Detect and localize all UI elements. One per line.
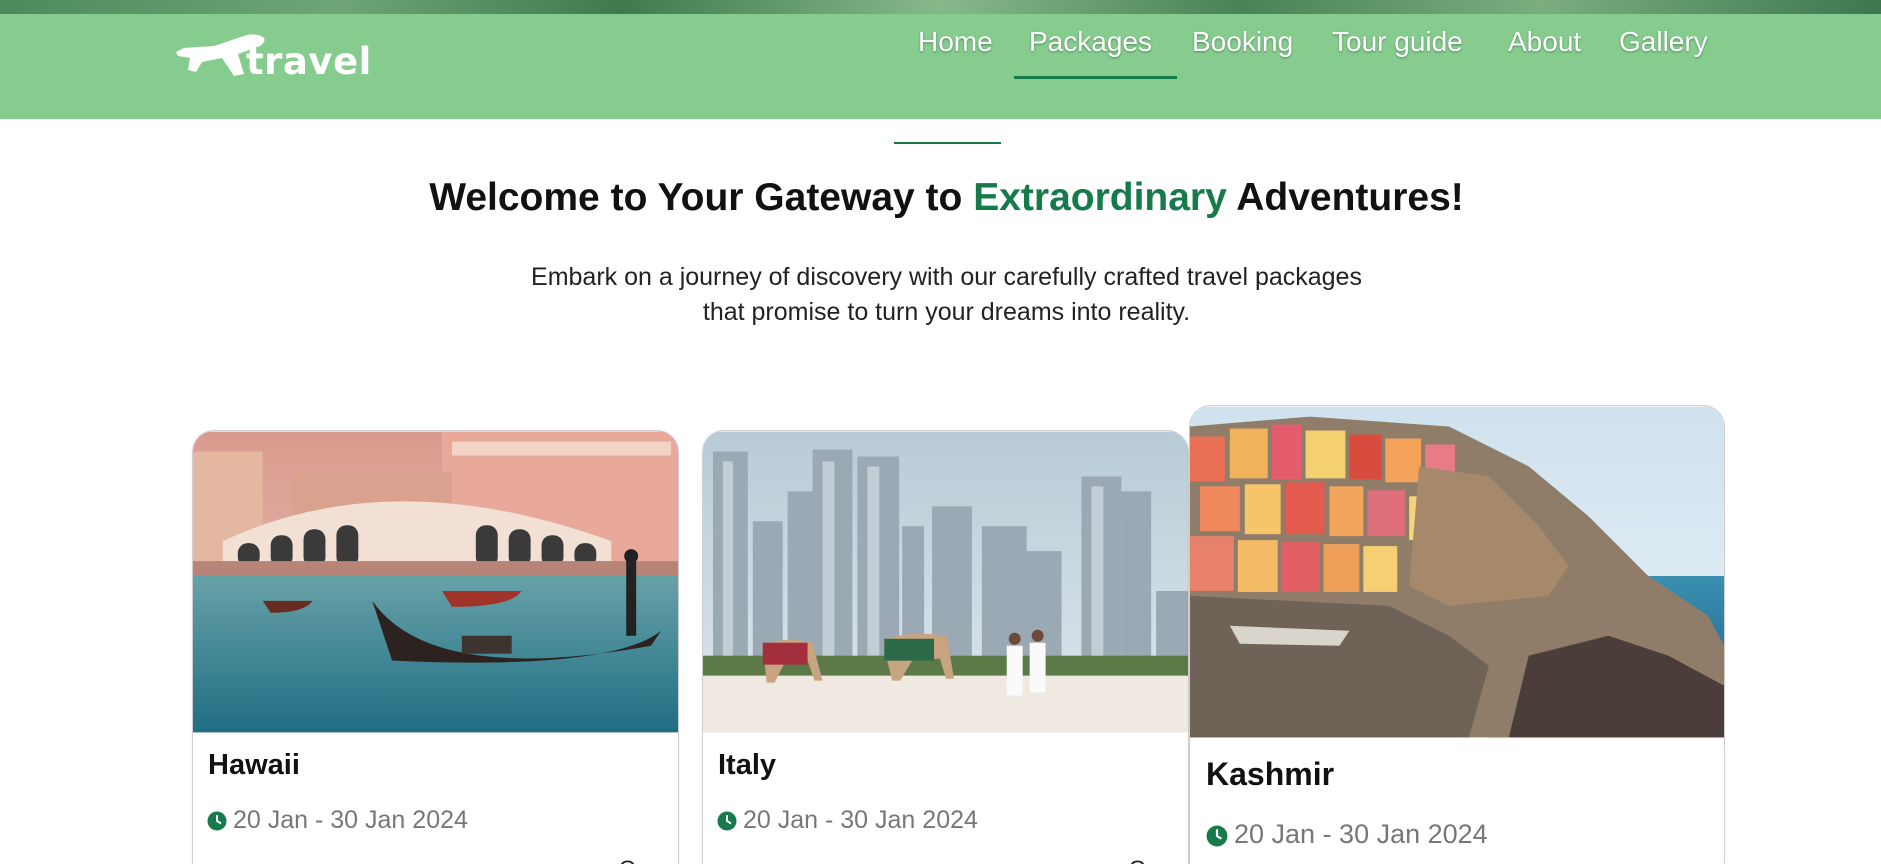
nav-active-indicator [1014,76,1177,79]
card-date-text: 20 Jan - 30 Jan 2024 [1234,819,1488,849]
nav-gallery[interactable]: Gallery [1619,24,1708,84]
section-divider [894,142,1001,144]
card-date: 20 Jan - 30 Jan 2024 [717,806,978,835]
main-nav: Home Packages Booking Tour guide About G… [0,14,1881,119]
dubai-photo [703,431,1188,733]
page-title: Welcome to Your Gateway to Extraordinary… [0,176,1881,220]
header-banner-strip [0,0,1881,14]
card-truncated-text: O.. [619,856,648,864]
site-header: travel Home Packages Booking Tour guide … [0,14,1881,119]
package-card-italy[interactable]: Italy 20 Jan - 30 Jan 2024 O.. [702,430,1189,864]
card-title: Italy [718,749,777,781]
nav-home[interactable]: Home [918,24,993,84]
headline-accent: Extraordinary [973,176,1227,219]
card-title: Kashmir [1206,756,1335,792]
headline-text-start: Welcome to Your Gateway to [429,176,974,219]
headline-text-end: Adventures! [1226,176,1464,219]
nav-about[interactable]: About [1508,24,1581,84]
clock-icon [1206,825,1228,847]
venice-photo [193,431,678,733]
nav-tour-guide[interactable]: Tour guide [1332,24,1463,84]
card-date: 20 Jan - 30 Jan 2024 [1206,819,1488,850]
card-title: Hawaii [208,749,300,781]
package-card-kashmir[interactable]: Kashmir 20 Jan - 30 Jan 2024 [1189,405,1725,864]
card-date-text: 20 Jan - 30 Jan 2024 [743,806,978,834]
nav-packages[interactable]: Packages [1029,24,1152,84]
nav-booking[interactable]: Booking [1192,24,1293,84]
package-card-hawaii[interactable]: Hawaii 20 Jan - 30 Jan 2024 O.. [192,430,679,864]
card-truncated-text: O.. [1129,856,1158,864]
cinque-terre-photo [1190,406,1724,738]
clock-icon [717,811,737,831]
card-date: 20 Jan - 30 Jan 2024 [207,806,468,835]
intro-subtext: Embark on a journey of discovery with ou… [531,263,1362,326]
card-date-text: 20 Jan - 30 Jan 2024 [233,806,468,834]
clock-icon [207,811,227,831]
